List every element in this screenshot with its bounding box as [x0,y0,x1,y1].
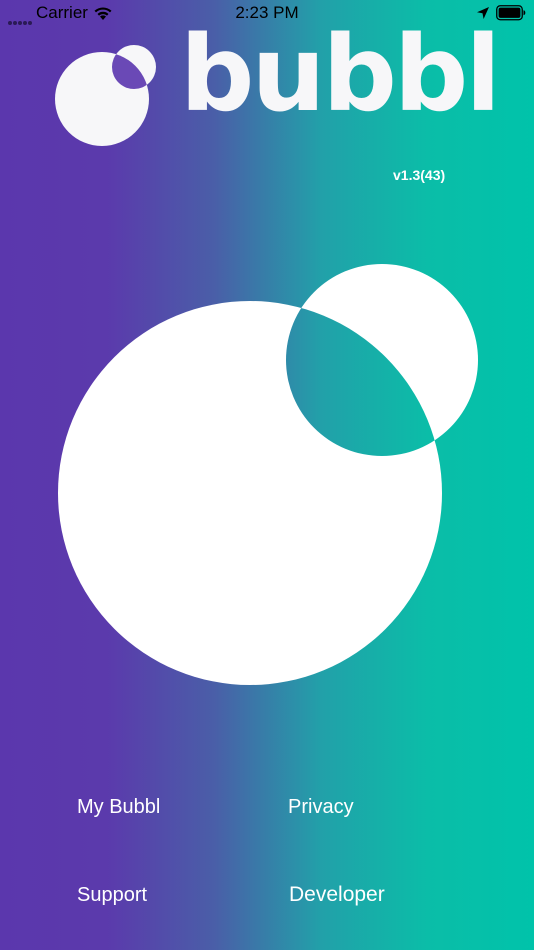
privacy-link[interactable]: Privacy [288,796,354,819]
splash-screen: Carrier 2:23 PM bubbl v1.3(43) My Bubbl … [0,0,534,950]
support-link[interactable]: Support [77,884,147,907]
my-bubbl-link[interactable]: My Bubbl [77,796,160,819]
developer-link[interactable]: Developer [289,883,385,907]
